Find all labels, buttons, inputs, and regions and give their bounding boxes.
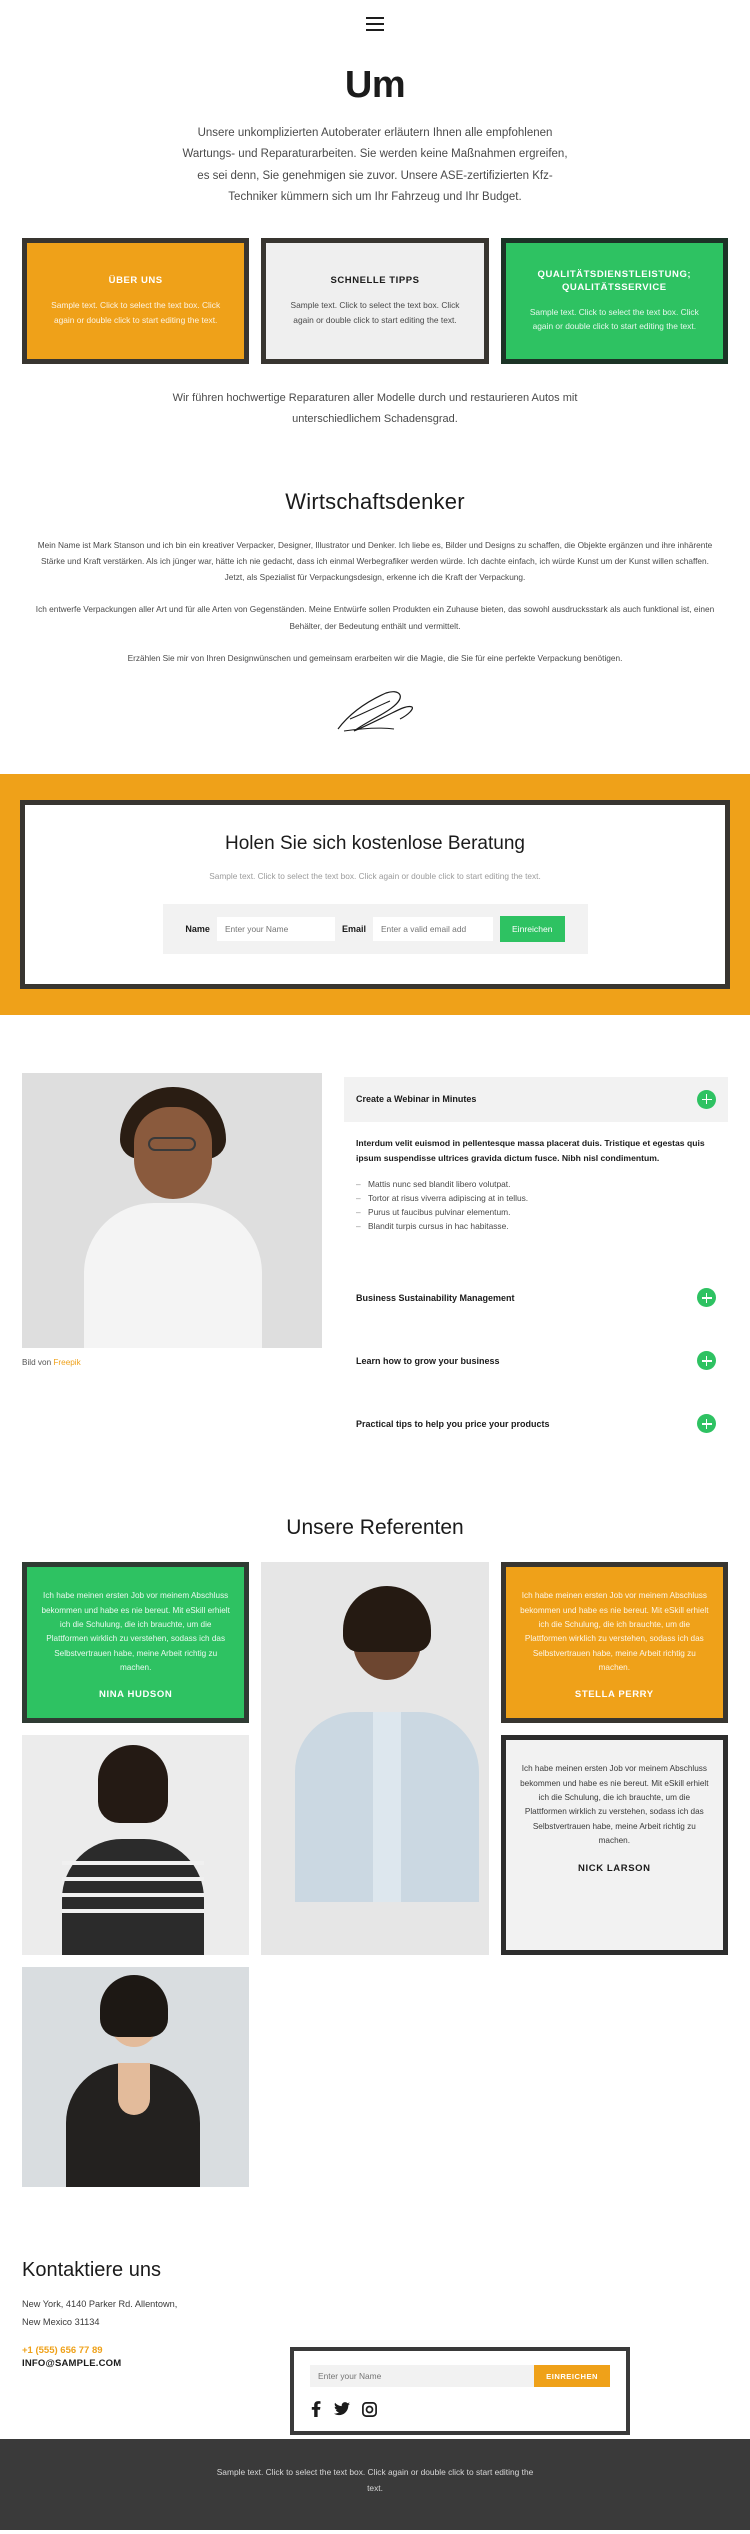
subscribe-input[interactable] (310, 2365, 535, 2388)
list-item: Mattis nunc sed blandit libero volutpat. (356, 1178, 716, 1192)
email-label: Email (341, 923, 366, 934)
bio-paragraph-2: Ich entwerfe Verpackungen aller Art und … (35, 604, 715, 631)
testimonial-author: NINA HUDSON (99, 1689, 173, 1701)
name-input[interactable] (216, 916, 335, 941)
feature-card-text: Sample text. Click to select the text bo… (529, 306, 699, 331)
hamburger-menu-icon[interactable] (366, 17, 384, 31)
signature-image (22, 682, 728, 738)
accordion-title: Business Sustainability Management (356, 1292, 515, 1303)
freepik-link[interactable]: Freepik (53, 1358, 80, 1367)
speakers-section: Unsere Referenten Ich habe meinen ersten… (0, 1446, 750, 2188)
accordion-title: Learn how to grow your business (356, 1355, 500, 1366)
twitter-icon[interactable] (334, 2402, 350, 2416)
accordion-lead: Interdum velit euismod in pellentesque m… (356, 1137, 705, 1163)
accordion-item-pricing[interactable]: Practical tips to help you price your pr… (344, 1401, 728, 1446)
subscribe-box: EINREICHEN (290, 2347, 630, 2436)
bio-section: Wirtschaftsdenker Mein Name ist Mark Sta… (0, 429, 750, 738)
accordion-body: Interdum velit euismod in pellentesque m… (344, 1122, 728, 1234)
feature-card-text: Sample text. Click to select the text bo… (290, 300, 460, 325)
contact-address: New York, 4140 Parker Rd. Allentown, New… (22, 2296, 728, 2331)
feature-section: Bild von Freepik Create a Webinar in Min… (0, 1015, 750, 1447)
testimonial-text: Ich habe meinen ersten Job vor meinem Ab… (520, 1764, 709, 1846)
feature-card-title: ÜBER UNS (108, 275, 163, 287)
feature-card-about[interactable]: ÜBER UNS Sample text. Click to select th… (22, 238, 250, 365)
testimonial-nick-larson: Ich habe meinen ersten Job vor meinem Ab… (500, 1735, 728, 1956)
list-item: Tortor at risus viverra adipiscing at in… (356, 1192, 716, 1206)
bio-paragraph-3: Erzählen Sie mir von Ihren Designwünsche… (127, 652, 623, 663)
accordion-bullets: Mattis nunc sed blandit libero volutpat.… (356, 1178, 716, 1233)
accordion-item-sustainability[interactable]: Business Sustainability Management (344, 1275, 728, 1320)
testimonial-stella-perry: Ich habe meinen ersten Job vor meinem Ab… (500, 1562, 728, 1724)
thinking-woman-photo (22, 1072, 322, 1348)
contact-section: Kontaktiere uns New York, 4140 Parker Rd… (0, 2187, 750, 2436)
testimonial-text: Ich habe meinen ersten Job vor meinem Ab… (520, 1591, 709, 1673)
hero-paragraph: Unsere unkomplizierten Autoberater erläu… (182, 127, 568, 203)
page-root: Um Unsere unkomplizierten Autoberater er… (0, 0, 750, 2530)
subscribe-button[interactable]: EINREICHEN (534, 2365, 610, 2388)
address-line-2: New Mexico 31134 (22, 2316, 100, 2327)
instagram-icon[interactable] (362, 2402, 377, 2417)
consultation-card: Holen Sie sich kostenlose Beratung Sampl… (20, 799, 730, 989)
name-label: Name (185, 923, 210, 934)
consultation-band: Holen Sie sich kostenlose Beratung Sampl… (0, 773, 750, 1015)
feature-card-tips[interactable]: SCHNELLE TIPPS Sample text. Click to sel… (261, 238, 489, 365)
site-footer: Sample text. Click to select the text bo… (0, 2439, 750, 2530)
image-credit-prefix: Bild von (22, 1357, 54, 1367)
cards-subnote: Wir führen hochwertige Reparaturen aller… (172, 392, 578, 425)
email-input[interactable] (372, 916, 493, 941)
plus-icon[interactable] (697, 1414, 716, 1434)
consultation-form: Name Email Einreichen (162, 903, 588, 954)
speaker-photo-man (261, 1562, 489, 1956)
accordion: Create a Webinar in Minutes Interdum vel… (344, 1073, 728, 1447)
list-item: Blandit turpis cursus in hac habitasse. (356, 1220, 716, 1234)
speakers-grid: Ich habe meinen ersten Job vor meinem Ab… (22, 1562, 728, 2188)
feature-card-title: QUALITÄTSDIENSTLEISTUNG; QUALITÄTSSERVIC… (537, 269, 692, 293)
plus-icon[interactable] (697, 1089, 716, 1109)
social-links (310, 2387, 610, 2418)
address-line-1: New York, 4140 Parker Rd. Allentown, (22, 2299, 178, 2310)
list-item: Purus ut faucibus pulvinar elementum. (356, 1206, 716, 1220)
image-credit: Bild von Freepik (22, 1348, 322, 1367)
footer-text: Sample text. Click to select the text bo… (216, 2467, 534, 2493)
bio-paragraph-1: Mein Name ist Mark Stanson und ich bin e… (37, 539, 713, 583)
accordion-title: Practical tips to help you price your pr… (356, 1418, 550, 1429)
site-header (0, 0, 750, 40)
contact-title: Kontaktiere uns (22, 2259, 161, 2282)
consultation-subtitle: Sample text. Click to select the text bo… (209, 870, 541, 881)
speakers-title: Unsere Referenten (286, 1516, 464, 1540)
subscribe-form: EINREICHEN (310, 2365, 610, 2388)
testimonial-nina-hudson: Ich habe meinen ersten Job vor meinem Ab… (22, 1562, 250, 1724)
page-title: Um (344, 64, 406, 106)
testimonial-author: NICK LARSON (578, 1862, 651, 1874)
testimonial-author: STELLA PERRY (574, 1689, 654, 1701)
speaker-photo-woman-striped (22, 1735, 250, 1956)
consultation-title: Holen Sie sich kostenlose Beratung (225, 832, 525, 854)
hero-section: Um Unsere unkomplizierten Autoberater er… (0, 40, 750, 208)
feature-card-title: SCHNELLE TIPPS (330, 275, 420, 287)
feature-card-quality[interactable]: QUALITÄTSDIENSTLEISTUNG; QUALITÄTSSERVIC… (500, 238, 728, 365)
plus-icon[interactable] (697, 1288, 716, 1308)
speaker-photo-woman-black (22, 1967, 250, 2188)
bio-title: Wirtschaftsdenker (285, 488, 465, 514)
accordion-item-webinar[interactable]: Create a Webinar in Minutes (344, 1076, 728, 1122)
plus-icon[interactable] (697, 1351, 716, 1371)
submit-button[interactable]: Einreichen (499, 915, 565, 942)
testimonial-text: Ich habe meinen ersten Job vor meinem Ab… (41, 1591, 230, 1673)
facebook-icon[interactable] (310, 2401, 322, 2418)
feature-cards: ÜBER UNS Sample text. Click to select th… (0, 208, 750, 365)
feature-card-text: Sample text. Click to select the text bo… (51, 300, 221, 325)
feature-image-column: Bild von Freepik (22, 1072, 322, 1447)
accordion-title: Create a Webinar in Minutes (356, 1094, 477, 1105)
accordion-item-grow[interactable]: Learn how to grow your business (344, 1338, 728, 1383)
